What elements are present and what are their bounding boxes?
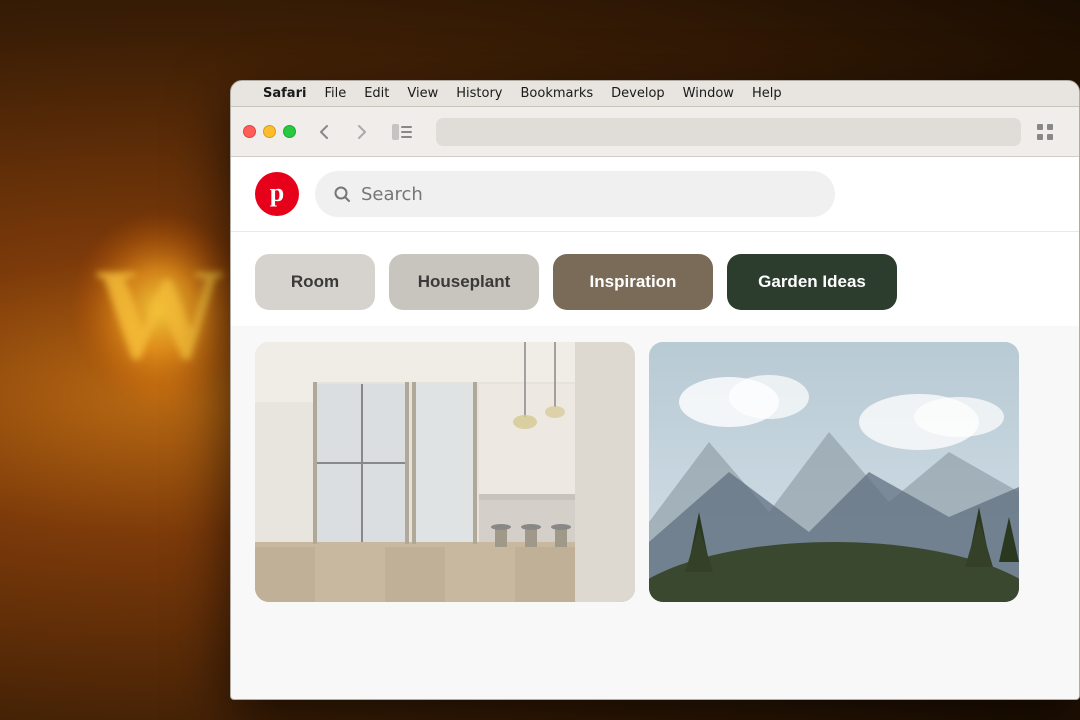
pinterest-p-letter: p	[270, 180, 284, 206]
maximize-button[interactable]	[283, 125, 296, 138]
address-bar[interactable]	[436, 118, 1021, 146]
svg-text:W: W	[95, 242, 225, 386]
pin-card-2[interactable]	[649, 342, 1019, 602]
pinterest-content: p Search Room Houseplant Insp	[231, 157, 1079, 699]
menubar-bookmarks[interactable]: Bookmarks	[521, 86, 594, 101]
menubar-file[interactable]: File	[324, 86, 346, 101]
menubar-edit[interactable]: Edit	[364, 86, 389, 101]
search-bar[interactable]: Search	[315, 171, 835, 217]
categories-row: Room Houseplant Inspiration Garden Ideas	[231, 232, 1079, 326]
menubar-view[interactable]: View	[407, 86, 438, 101]
category-inspiration-button[interactable]: Inspiration	[553, 254, 713, 310]
forward-button[interactable]	[348, 118, 376, 146]
back-button[interactable]	[310, 118, 338, 146]
menubar-safari[interactable]: Safari	[263, 86, 306, 101]
pinterest-header: p Search	[231, 157, 1079, 232]
mac-frame: Safari File Edit View History Bookmarks …	[230, 80, 1080, 700]
close-button[interactable]	[243, 125, 256, 138]
menubar-window[interactable]: Window	[683, 86, 734, 101]
traffic-lights	[243, 125, 296, 138]
pinterest-logo[interactable]: p	[255, 172, 299, 216]
grid-view-button[interactable]	[1031, 118, 1059, 146]
category-garden-ideas-button[interactable]: Garden Ideas	[727, 254, 897, 310]
minimize-button[interactable]	[263, 125, 276, 138]
category-houseplant-button[interactable]: Houseplant	[389, 254, 539, 310]
browser-toolbar	[231, 107, 1079, 157]
menubar-help[interactable]: Help	[752, 86, 782, 101]
menubar-history[interactable]: History	[456, 86, 502, 101]
search-icon	[333, 185, 351, 203]
image-grid	[231, 326, 1079, 618]
menubar-develop[interactable]: Develop	[611, 86, 665, 101]
category-room-button[interactable]: Room	[255, 254, 375, 310]
sidebar-toggle-button[interactable]	[386, 118, 418, 146]
search-placeholder-text: Search	[361, 184, 423, 205]
pin-card-1[interactable]	[255, 342, 635, 602]
menubar: Safari File Edit View History Bookmarks …	[231, 81, 1079, 107]
